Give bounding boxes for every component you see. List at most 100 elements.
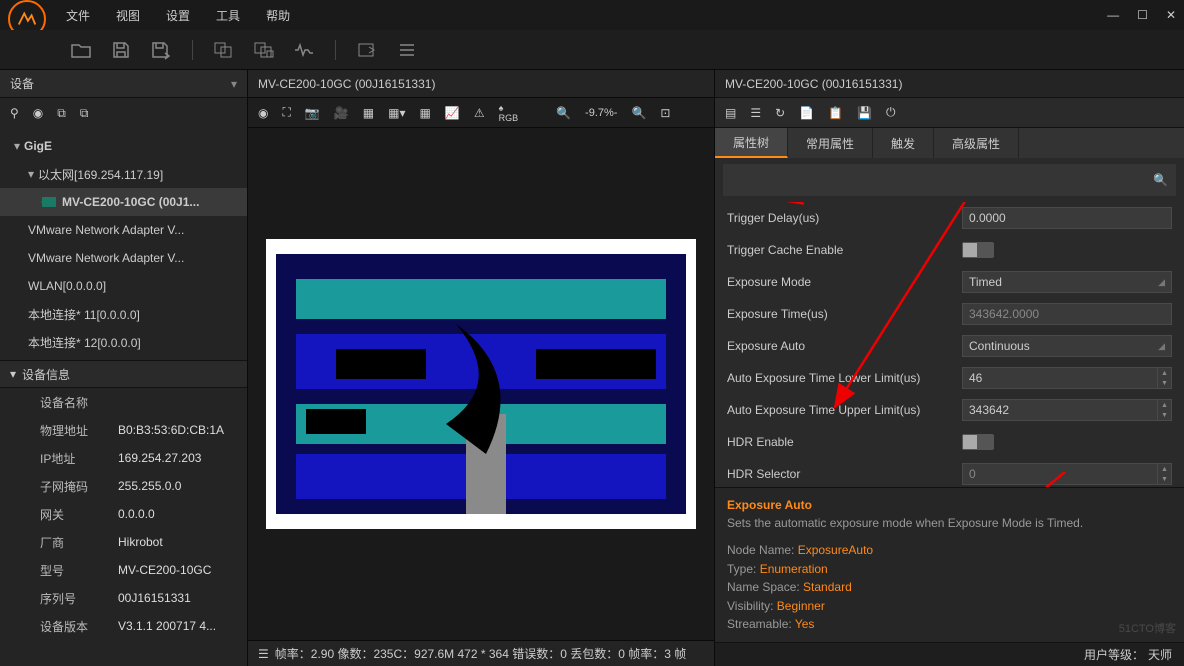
property-toggle[interactable] [962, 434, 994, 450]
save-icon[interactable] [110, 39, 132, 61]
open-icon[interactable] [70, 39, 92, 61]
menu-tools[interactable]: 工具 [216, 7, 240, 24]
property-tabs: 属性树 常用属性 触发 高级属性 [715, 128, 1184, 158]
property-spin-input [962, 463, 1158, 485]
property-key: Exposure Mode [727, 275, 962, 289]
right-panel: MV-CE200-10GC (00J16151331) ▤ ☰ ↻ 📄 📋 💾 … [714, 70, 1184, 666]
panel-collapse-icon[interactable]: ▾ [231, 77, 237, 91]
tree-adapter[interactable]: VMware Network Adapter V... [0, 216, 247, 244]
tree-adapter[interactable]: 本地连接* 12[0.0.0.0] [0, 328, 247, 356]
property-spin-input[interactable] [962, 367, 1158, 389]
app-toolbar [0, 30, 1184, 70]
property-key: Trigger Delay(us) [727, 211, 962, 225]
search-input[interactable] [731, 173, 1153, 187]
property-select[interactable]: Continuous◢ [962, 335, 1172, 357]
tab-property-tree[interactable]: 属性树 [715, 128, 788, 158]
property-toggle[interactable] [962, 242, 994, 258]
menu-help[interactable]: 帮助 [266, 7, 290, 24]
tab-trigger[interactable]: 触发 [873, 128, 934, 158]
user-level-value[interactable]: 天师 [1148, 646, 1172, 663]
list-icon[interactable] [396, 39, 418, 61]
spin-up-icon[interactable]: ▲ [1158, 464, 1171, 474]
record-icon[interactable]: ◉ [258, 106, 268, 120]
filter-icon[interactable]: ⚲ [10, 106, 19, 120]
titlebar: 文件 视图 设置 工具 帮助 — ☐ ✕ [0, 0, 1184, 30]
info-key: 设备名称 [40, 394, 118, 411]
device-info-table: 设备名称物理地址B0:B3:53:6D:CB:1AIP地址169.254.27.… [0, 388, 247, 666]
tree-eth[interactable]: ▾以太网[169.254.117.19] [0, 160, 247, 188]
menu-file[interactable]: 文件 [66, 7, 90, 24]
property-select[interactable]: Timed◢ [962, 271, 1172, 293]
prop-icon[interactable]: 📄 [799, 106, 814, 120]
search-icon[interactable]: 🔍 [1153, 173, 1168, 187]
info-key: 厂商 [40, 534, 118, 551]
fullscreen-icon[interactable]: ⛶ [282, 105, 290, 120]
spin-down-icon[interactable]: ▼ [1158, 474, 1171, 484]
prop-icon[interactable]: ▤ [725, 106, 736, 120]
property-search[interactable]: 🔍 [723, 164, 1176, 196]
info-row: 设备名称 [0, 388, 247, 416]
property-key: Exposure Time(us) [727, 307, 962, 321]
prop-icon[interactable]: ↻ [775, 106, 785, 120]
close-button[interactable]: ✕ [1166, 8, 1176, 22]
info-key: 网关 [40, 506, 118, 523]
property-key: HDR Selector [727, 467, 962, 481]
video-icon[interactable]: 🎥 [334, 106, 349, 120]
grid-dropdown-icon[interactable]: ▦▾ [388, 106, 405, 120]
menu-view[interactable]: 视图 [116, 7, 140, 24]
chart-icon[interactable]: 📈 [445, 106, 460, 120]
spin-down-icon[interactable]: ▼ [1158, 378, 1171, 388]
info-value: 255.255.0.0 [118, 479, 181, 493]
property-panel-title: MV-CE200-10GC (00J16151331) [715, 70, 1184, 98]
snapshot-icon[interactable]: 📷 [305, 106, 320, 120]
left-panel: 设备 ▾ ⚲ ◉ ⧉ ⧉ ▾GigE ▾以太网[169.254.117.19] … [0, 70, 248, 666]
prop-icon[interactable]: 💾 [857, 106, 872, 120]
signal-icon[interactable] [293, 39, 315, 61]
grid2-icon[interactable]: ▦ [420, 106, 431, 120]
prop-icon[interactable]: 📋 [828, 106, 843, 120]
footer: 用户等级： 天师 [715, 642, 1184, 666]
rgb-icon[interactable]: ♠RGB [499, 103, 519, 123]
property-row: HDR Enable [719, 426, 1180, 458]
export-icon[interactable] [356, 39, 378, 61]
property-row: Exposure Time(us) [719, 298, 1180, 330]
minimize-button[interactable]: — [1107, 8, 1119, 22]
property-key: Auto Exposure Time Upper Limit(us) [727, 403, 962, 417]
tree-camera-selected[interactable]: MV-CE200-10GC (00J1... [0, 188, 247, 216]
fit-icon[interactable]: ⊡ [660, 106, 670, 120]
prop-icon[interactable]: ☰ [750, 106, 761, 120]
spin-up-icon[interactable]: ▲ [1158, 400, 1171, 410]
grid1-icon[interactable]: ▦ [363, 106, 374, 120]
clone-icon[interactable]: ⧉ [80, 106, 89, 121]
property-row: Trigger Cache Enable [719, 234, 1180, 266]
device-panel-header: 设备 ▾ [0, 70, 247, 98]
property-input[interactable] [962, 207, 1172, 229]
maximize-button[interactable]: ☐ [1137, 8, 1148, 22]
prop-icon[interactable]: ⏻ [886, 105, 896, 120]
tab-advanced[interactable]: 高级属性 [934, 128, 1019, 158]
spin-down-icon[interactable]: ▼ [1158, 410, 1171, 420]
tree-root-gige[interactable]: ▾GigE [0, 132, 247, 160]
info-row: 网关0.0.0.0 [0, 500, 247, 528]
tab-common[interactable]: 常用属性 [788, 128, 873, 158]
device-panel-title: 设备 [10, 75, 34, 92]
property-row: Exposure ModeTimed◢ [719, 266, 1180, 298]
viewer-tab-row: MV-CE200-10GC (00J16151331) [248, 70, 714, 98]
property-spin-input[interactable] [962, 399, 1158, 421]
copy-icon[interactable]: ⧉ [57, 106, 66, 121]
tree-adapter[interactable]: 本地连接* 11[0.0.0.0] [0, 300, 247, 328]
image-viewport[interactable] [248, 128, 714, 640]
multiview1-icon[interactable] [213, 39, 235, 61]
viewer-tab[interactable]: MV-CE200-10GC (00J16151331) [258, 77, 435, 91]
stop-icon[interactable]: ◉ [33, 106, 43, 120]
tree-adapter[interactable]: VMware Network Adapter V... [0, 244, 247, 272]
menu-settings[interactable]: 设置 [166, 7, 190, 24]
info-row: 序列号00J16151331 [0, 584, 247, 612]
zoom-in-icon[interactable]: 🔍 [631, 106, 646, 120]
warning-icon[interactable]: ⚠ [474, 106, 485, 120]
save-as-icon[interactable] [150, 39, 172, 61]
zoom-out-icon[interactable]: 🔍 [556, 106, 571, 120]
tree-adapter[interactable]: WLAN[0.0.0.0] [0, 272, 247, 300]
spin-up-icon[interactable]: ▲ [1158, 368, 1171, 378]
multiview2-icon[interactable] [253, 39, 275, 61]
